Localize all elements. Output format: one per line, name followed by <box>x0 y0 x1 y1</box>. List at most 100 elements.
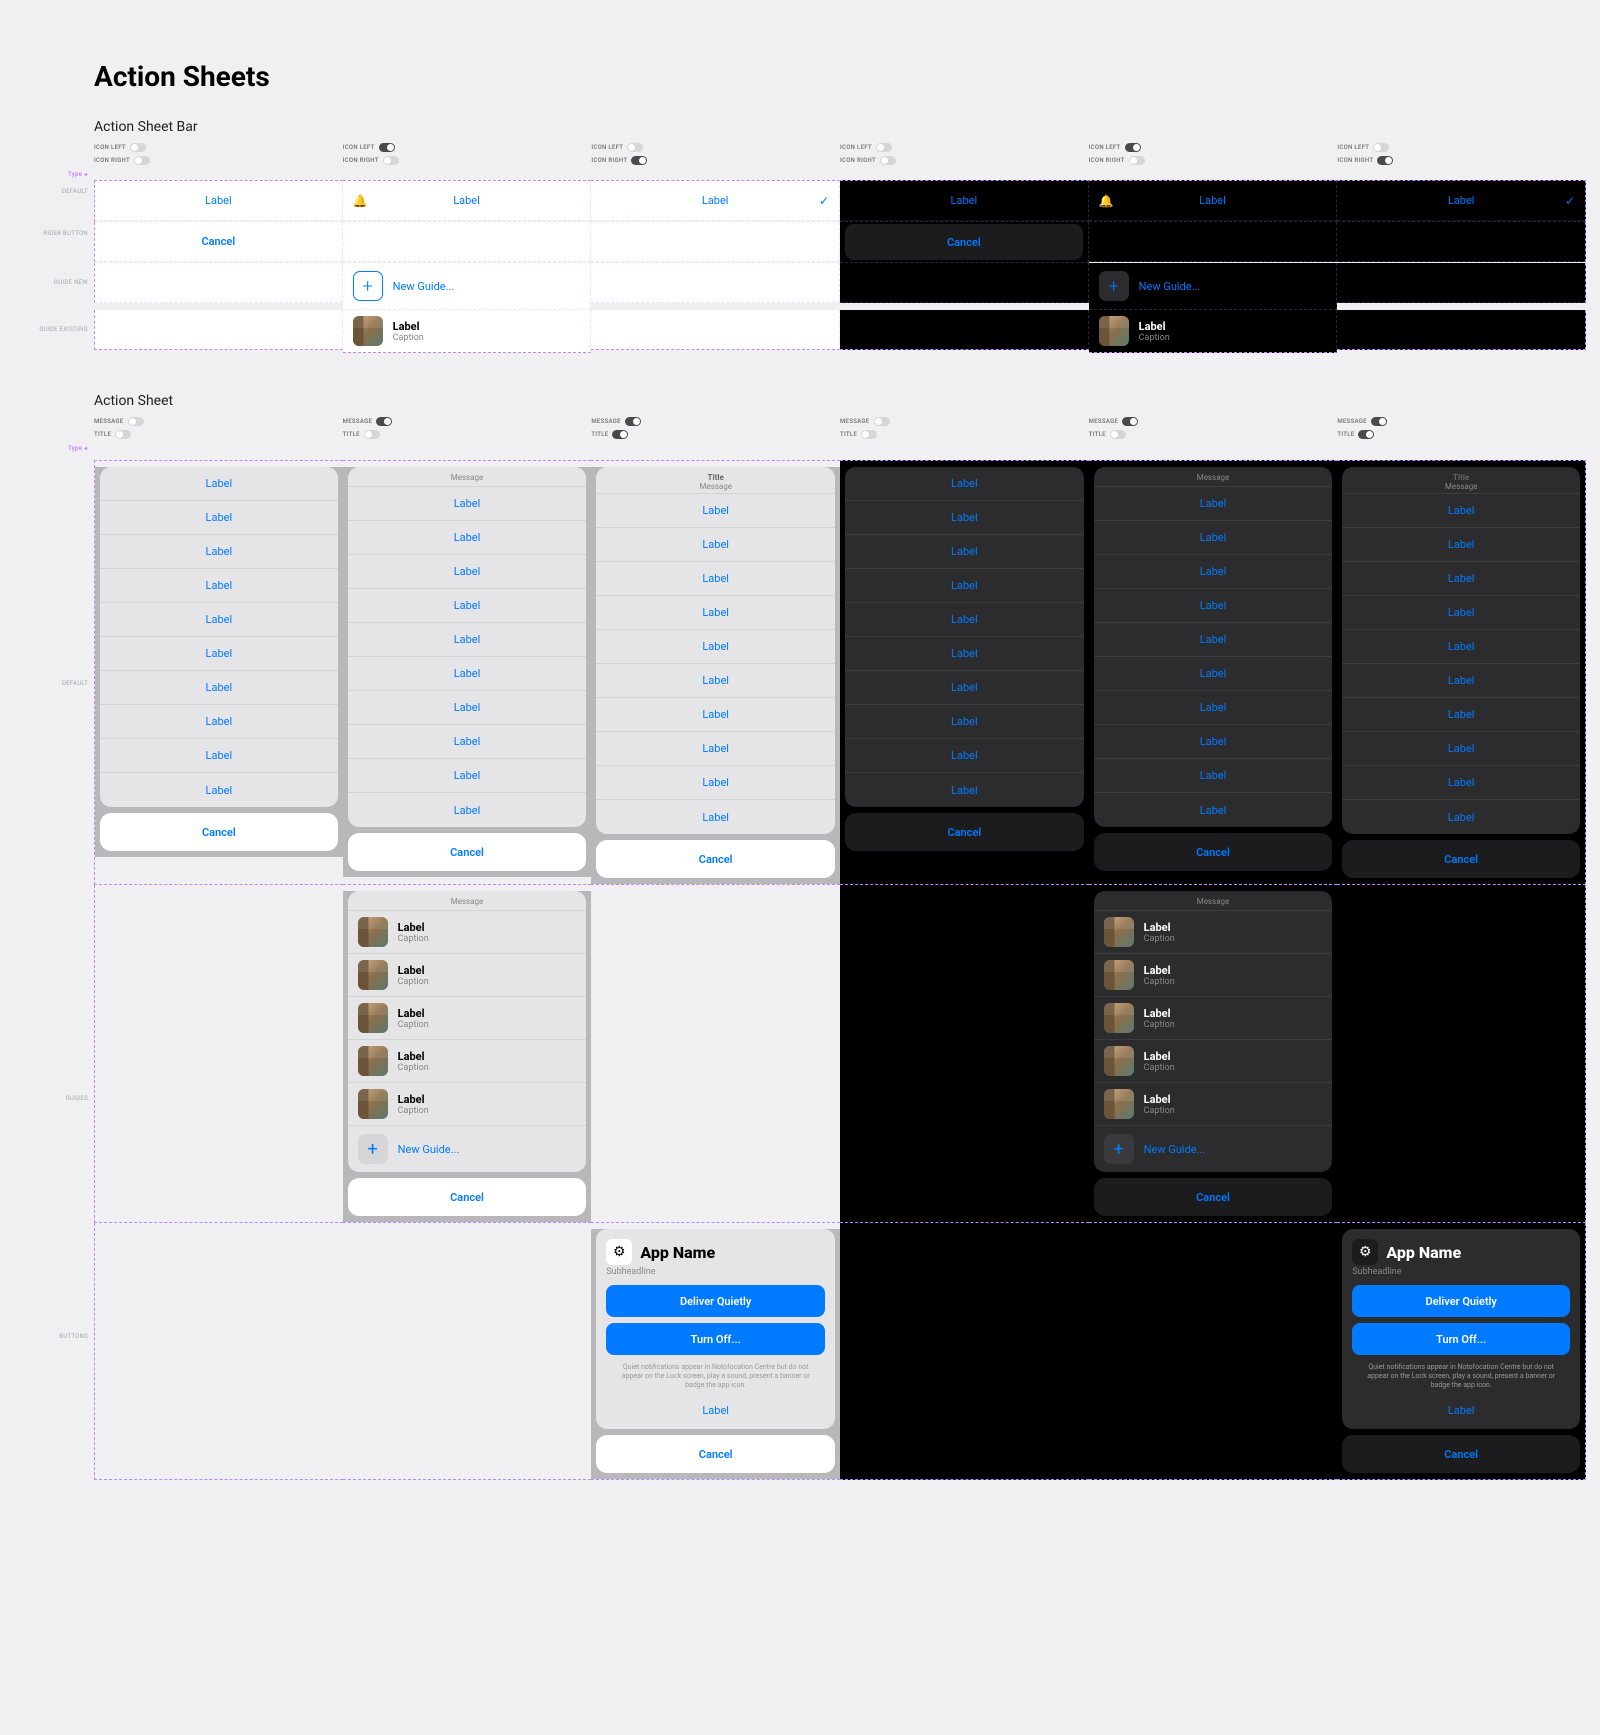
cancel-button[interactable]: Cancel <box>845 224 1083 260</box>
cancel-button[interactable]: Cancel <box>95 224 342 260</box>
guide-item[interactable]: LabelCaption <box>348 911 587 954</box>
action-sheet-item[interactable]: Label <box>596 698 835 732</box>
action-sheet-item[interactable]: Label <box>1342 800 1580 834</box>
toggle-icon-left[interactable]: ICON LEFT <box>343 141 592 154</box>
action-sheet-item[interactable]: Label <box>348 623 587 657</box>
toggle-message[interactable]: MESSAGE <box>1337 415 1586 428</box>
guide-item[interactable]: LabelCaption <box>1094 1040 1333 1083</box>
action-sheet-item[interactable]: Label <box>1094 759 1333 793</box>
cancel-button[interactable]: Cancel <box>348 1178 587 1216</box>
action-sheet-item[interactable]: Label <box>845 773 1084 807</box>
action-sheet-item[interactable]: Label <box>100 501 338 535</box>
cancel-button[interactable]: Cancel <box>1342 840 1580 878</box>
action-sheet-item[interactable]: Label <box>845 501 1084 535</box>
action-sheet-item[interactable]: Label <box>596 596 835 630</box>
action-sheet-item[interactable]: Label <box>1094 521 1333 555</box>
action-sheet-item[interactable]: Label <box>1342 494 1580 528</box>
action-sheet-item[interactable]: Label <box>845 603 1084 637</box>
guide-new-row[interactable]: +New Guide... <box>1089 263 1337 309</box>
toggle-message[interactable]: MESSAGE <box>94 415 343 428</box>
turn-off-button[interactable]: Turn Off... <box>606 1323 825 1355</box>
bar-default-3[interactable]: Label✓ <box>591 180 840 222</box>
toggle-icon-right[interactable]: ICON RIGHT <box>1337 154 1586 167</box>
action-sheet-item[interactable]: Label <box>348 691 587 725</box>
guide-item[interactable]: LabelCaption <box>348 1040 587 1083</box>
cancel-button[interactable]: Cancel <box>596 1435 835 1473</box>
toggle-icon-left[interactable]: ICON LEFT <box>840 141 1089 154</box>
toggle-message[interactable]: MESSAGE <box>591 415 840 428</box>
action-sheet-item[interactable]: Label <box>1342 596 1580 630</box>
action-sheet-item[interactable]: Label <box>100 467 338 501</box>
guide-item[interactable]: LabelCaption <box>1094 954 1333 997</box>
guide-item[interactable]: LabelCaption <box>1094 1083 1333 1126</box>
action-sheet-item[interactable]: Label <box>1342 664 1580 698</box>
action-sheet-item[interactable]: Label <box>348 657 587 691</box>
action-sheet-item[interactable]: Label <box>596 630 835 664</box>
action-sheet-item[interactable]: Label <box>596 800 835 834</box>
action-sheet-item[interactable]: Label <box>845 637 1084 671</box>
action-sheet-item[interactable]: Label <box>100 705 338 739</box>
label-link[interactable]: Label <box>606 1398 825 1419</box>
cancel-button[interactable]: Cancel <box>1094 833 1333 871</box>
action-sheet-item[interactable]: Label <box>348 487 587 521</box>
guide-item[interactable]: LabelCaption <box>1094 911 1333 954</box>
action-sheet-item[interactable]: Label <box>845 467 1084 501</box>
action-sheet-item[interactable]: Label <box>596 528 835 562</box>
toggle-icon-left[interactable]: ICON LEFT <box>1089 141 1338 154</box>
deliver-quietly-button[interactable]: Deliver Quietly <box>606 1285 825 1317</box>
bar-default-5[interactable]: 🔔Label <box>1089 180 1338 222</box>
action-sheet-item[interactable]: Label <box>845 535 1084 569</box>
action-sheet-item[interactable]: Label <box>348 555 587 589</box>
action-sheet-item[interactable]: Label <box>596 494 835 528</box>
toggle-icon-right[interactable]: ICON RIGHT <box>840 154 1089 167</box>
action-sheet-item[interactable]: Label <box>1342 562 1580 596</box>
toggle-message[interactable]: MESSAGE <box>840 415 1089 428</box>
toggle-message[interactable]: MESSAGE <box>343 415 592 428</box>
toggle-title[interactable]: TITLE <box>94 428 343 441</box>
action-sheet-item[interactable]: Label <box>348 725 587 759</box>
cancel-button[interactable]: Cancel <box>100 813 338 851</box>
action-sheet-item[interactable]: Label <box>1094 487 1333 521</box>
action-sheet-item[interactable]: Label <box>1094 725 1333 759</box>
bar-default-2[interactable]: 🔔Label <box>343 180 592 222</box>
guide-new-row[interactable]: +New Guide... <box>343 263 591 309</box>
action-sheet-item[interactable]: Label <box>1094 623 1333 657</box>
guide-new-row[interactable]: +New Guide... <box>1094 1126 1333 1172</box>
toggle-message[interactable]: MESSAGE <box>1089 415 1338 428</box>
action-sheet-item[interactable]: Label <box>1342 630 1580 664</box>
action-sheet-item[interactable]: Label <box>348 521 587 555</box>
toggle-icon-right[interactable]: ICON RIGHT <box>591 154 840 167</box>
turn-off-button[interactable]: Turn Off... <box>1352 1323 1570 1355</box>
guide-new-row[interactable]: +New Guide... <box>348 1126 587 1172</box>
action-sheet-item[interactable]: Label <box>348 589 587 623</box>
action-sheet-item[interactable]: Label <box>596 664 835 698</box>
cancel-button[interactable]: Cancel <box>1094 1178 1333 1216</box>
cancel-button[interactable]: Cancel <box>596 840 835 878</box>
action-sheet-item[interactable]: Label <box>100 637 338 671</box>
guide-item[interactable]: LabelCaption <box>348 1083 587 1126</box>
action-sheet-item[interactable]: Label <box>1342 698 1580 732</box>
action-sheet-item[interactable]: Label <box>845 569 1084 603</box>
toggle-title[interactable]: TITLE <box>840 428 1089 441</box>
cancel-button[interactable]: Cancel <box>348 833 587 871</box>
toggle-icon-right[interactable]: ICON RIGHT <box>94 154 343 167</box>
guide-item[interactable]: LabelCaption <box>348 997 587 1040</box>
action-sheet-item[interactable]: Label <box>348 759 587 793</box>
action-sheet-item[interactable]: Label <box>100 535 338 569</box>
action-sheet-item[interactable]: Label <box>596 732 835 766</box>
guide-existing-row[interactable]: LabelCaption <box>343 310 591 352</box>
action-sheet-item[interactable]: Label <box>1342 766 1580 800</box>
action-sheet-item[interactable]: Label <box>100 671 338 705</box>
toggle-title[interactable]: TITLE <box>591 428 840 441</box>
toggle-title[interactable]: TITLE <box>343 428 592 441</box>
action-sheet-item[interactable]: Label <box>596 562 835 596</box>
cancel-button[interactable]: Cancel <box>1342 1435 1580 1473</box>
toggle-title[interactable]: TITLE <box>1089 428 1338 441</box>
action-sheet-item[interactable]: Label <box>845 671 1084 705</box>
action-sheet-item[interactable]: Label <box>845 705 1084 739</box>
action-sheet-item[interactable]: Label <box>1094 657 1333 691</box>
action-sheet-item[interactable]: Label <box>1342 528 1580 562</box>
toggle-title[interactable]: TITLE <box>1337 428 1586 441</box>
action-sheet-item[interactable]: Label <box>1094 555 1333 589</box>
action-sheet-item[interactable]: Label <box>1094 793 1333 827</box>
